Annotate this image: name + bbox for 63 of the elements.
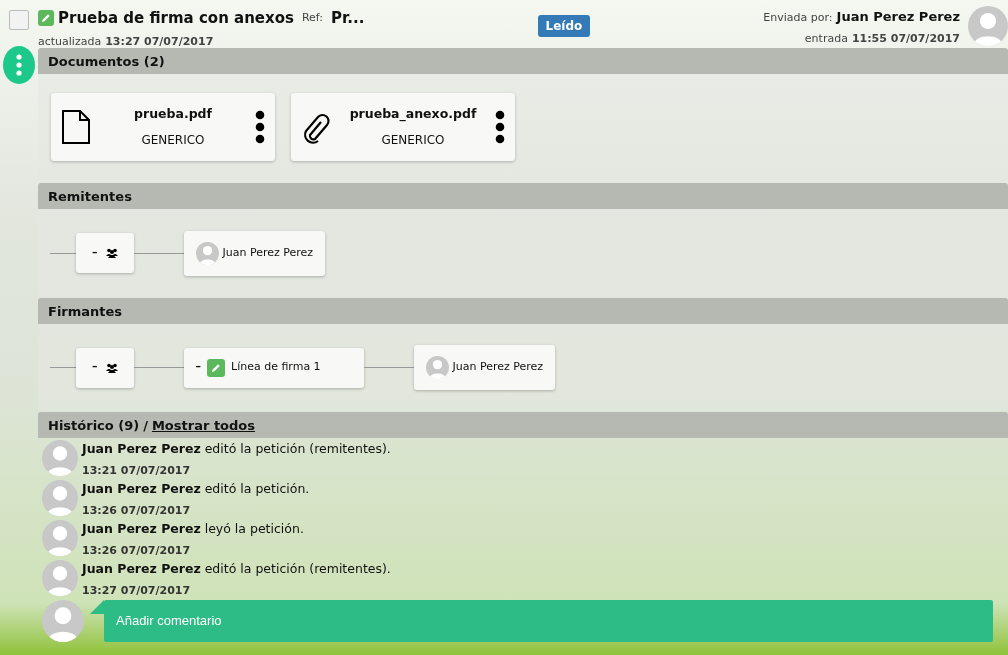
checkbox[interactable] xyxy=(9,10,29,30)
updated-time: 13:27 07/07/2017 xyxy=(105,33,214,50)
ref-value: Pr... xyxy=(331,8,365,29)
section-header: Histórico (9) xyxy=(48,417,140,434)
group-icon xyxy=(105,248,118,258)
pencil-icon xyxy=(38,10,54,27)
history-time: 13:26 07/07/2017 xyxy=(82,502,192,519)
received-label: entrada xyxy=(804,30,848,47)
document-type: GENERICO xyxy=(141,132,205,150)
document-icon xyxy=(61,110,91,144)
received-time: 11:55 07/07/2017 xyxy=(851,30,960,47)
history-entry: Juan Perez Perez leyó la petición. xyxy=(82,520,304,538)
vertical-dots-icon[interactable] xyxy=(255,110,265,144)
document-name: prueba_anexo.pdf xyxy=(349,104,477,124)
collapse-toggle[interactable]: – xyxy=(92,244,98,262)
status-label: Leído xyxy=(537,15,591,37)
avatar-icon xyxy=(968,6,1008,46)
signature-line-label: Línea de firma 1 xyxy=(231,359,321,376)
history-entry: Juan Perez Perez editó la petición (remitentes). xyxy=(82,560,391,578)
history-time: 13:21 07/07/2017 xyxy=(82,462,192,479)
vertical-dots-icon xyxy=(16,54,22,76)
tree-node[interactable]: – Línea de firma 1 xyxy=(183,347,364,388)
connector-line xyxy=(50,252,76,254)
tree-node[interactable]: – xyxy=(76,233,134,273)
person-name: Juan Perez Perez xyxy=(222,244,314,261)
show-all-link[interactable]: Mostrar todos xyxy=(151,416,255,434)
separator: / xyxy=(143,417,148,434)
history-time: 13:26 07/07/2017 xyxy=(82,542,192,559)
tree-node[interactable]: Juan Perez Perez xyxy=(183,230,326,276)
ref-label: Ref: xyxy=(301,10,324,26)
sender-name: Juan Perez Perez xyxy=(836,8,960,26)
avatar-icon xyxy=(42,480,78,516)
avatar-icon xyxy=(42,560,78,596)
section-header: Remitentes xyxy=(38,183,1008,209)
avatar-icon xyxy=(195,241,219,265)
updated-label: actualizada xyxy=(38,33,102,50)
avatar-icon xyxy=(42,600,84,642)
document-type: GENERICO xyxy=(381,132,445,150)
document-name: prueba.pdf xyxy=(134,104,212,123)
pencil-icon xyxy=(207,358,225,377)
history-entry: Juan Perez Perez editó la petición (remitentes). xyxy=(82,440,391,458)
person-name: Juan Perez Perez xyxy=(452,359,544,376)
tree-node[interactable]: – xyxy=(76,347,134,388)
history-time: 13:27 07/07/2017 xyxy=(82,582,192,599)
document-card[interactable]: prueba.pdf GENERICO xyxy=(51,93,275,161)
request-title: Prueba de firma con anexos xyxy=(58,8,294,29)
document-card[interactable]: prueba_anexo.pdf GENERICO xyxy=(291,93,515,161)
connector-line xyxy=(133,367,184,368)
avatar-icon xyxy=(42,520,78,556)
section-header: Firmantes xyxy=(38,298,1008,324)
collapse-toggle[interactable]: – xyxy=(195,359,201,376)
vertical-dots-icon[interactable] xyxy=(495,110,505,144)
tree-node[interactable]: Juan Perez Perez xyxy=(413,345,556,390)
group-icon xyxy=(105,362,118,373)
avatar-icon xyxy=(425,356,449,379)
history-entry: Juan Perez Perez editó la petición. xyxy=(82,480,310,498)
collapse-toggle[interactable]: – xyxy=(92,359,98,376)
avatar-icon xyxy=(42,440,78,476)
connector-line xyxy=(50,367,76,368)
section-header: Documentos (2) xyxy=(38,48,1008,74)
connector-line xyxy=(363,367,414,368)
sender-label: Enviada por: xyxy=(763,10,833,26)
connector-line xyxy=(133,252,184,254)
